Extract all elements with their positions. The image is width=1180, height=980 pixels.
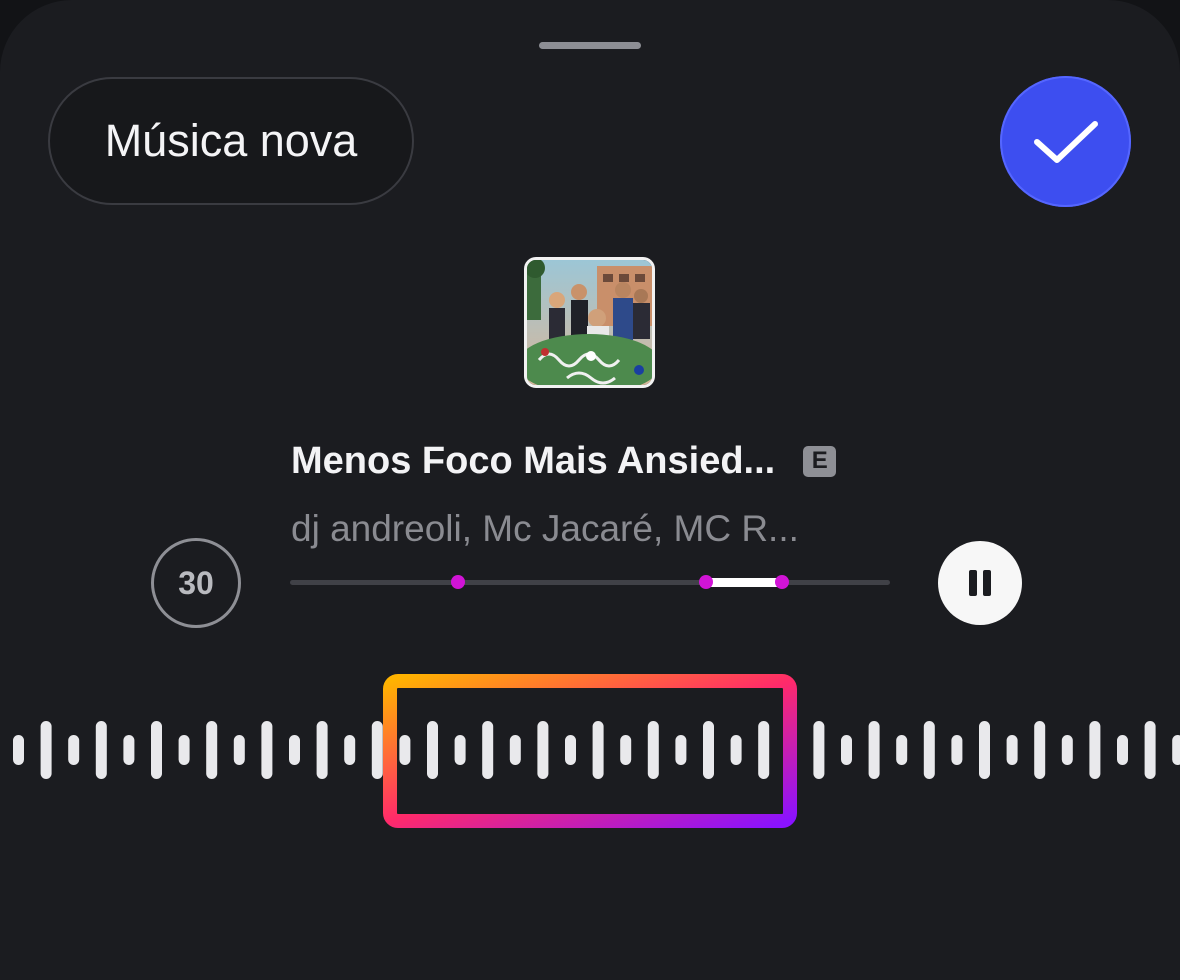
album-cover-image (524, 257, 655, 388)
waveform-bar (261, 721, 273, 779)
waveform-bar (123, 735, 135, 765)
waveform-bar (1006, 735, 1018, 765)
sheet-grabber-handle[interactable] (539, 42, 641, 49)
waveform-bar (13, 735, 24, 765)
pause-icon (969, 570, 991, 596)
waveform-bar (206, 721, 218, 779)
clip-start-marker (699, 575, 713, 589)
clip-duration-button[interactable]: 30 (151, 538, 241, 628)
waveform-bar (979, 721, 990, 779)
waveform-bar (316, 721, 328, 779)
waveform-bar (1034, 721, 1046, 779)
waveform-bar (896, 735, 908, 765)
waveform-bar (151, 721, 162, 779)
waveform-bar (951, 735, 963, 765)
music-picker-sheet: Música nova Menos Foco Mais Ansied... E … (0, 0, 1180, 980)
waveform-bar (1089, 721, 1101, 779)
waveform-bar (1117, 735, 1128, 765)
waveform-bar (68, 735, 80, 765)
waveform-bar (1061, 735, 1073, 765)
track-title-row: Menos Foco Mais Ansied... E (291, 433, 837, 489)
pause-button[interactable] (938, 541, 1022, 625)
confirm-button[interactable] (1000, 76, 1131, 207)
waveform-bar (233, 735, 245, 765)
waveform-bar (813, 721, 825, 779)
clip-duration-label: 30 (178, 564, 214, 601)
new-music-label: Música nova (104, 115, 358, 166)
clip-selection-frame[interactable] (382, 673, 798, 829)
track-title: Menos Foco Mais Ansied... (291, 439, 776, 482)
waveform-bar (1172, 735, 1180, 765)
checkmark-icon (1033, 120, 1098, 163)
waveform-bar (95, 721, 107, 779)
new-music-button[interactable]: Música nova (48, 77, 414, 205)
waveform-bar (868, 721, 880, 779)
clip-end-marker (775, 575, 789, 589)
waveform-bar (40, 721, 52, 779)
waveform-bar (289, 735, 300, 765)
waveform-bar (178, 735, 190, 765)
playback-progress-bar[interactable] (290, 575, 890, 589)
track-artists: dj andreoli, Mc Jacaré, MC R... (291, 508, 799, 549)
waveform-bar (1144, 721, 1156, 779)
explicit-badge: E (803, 445, 837, 477)
waveform-bar (841, 735, 852, 765)
progress-marker (451, 575, 465, 589)
waveform-bar (923, 721, 935, 779)
selected-clip-range (706, 578, 782, 587)
waveform-bar (344, 735, 356, 765)
